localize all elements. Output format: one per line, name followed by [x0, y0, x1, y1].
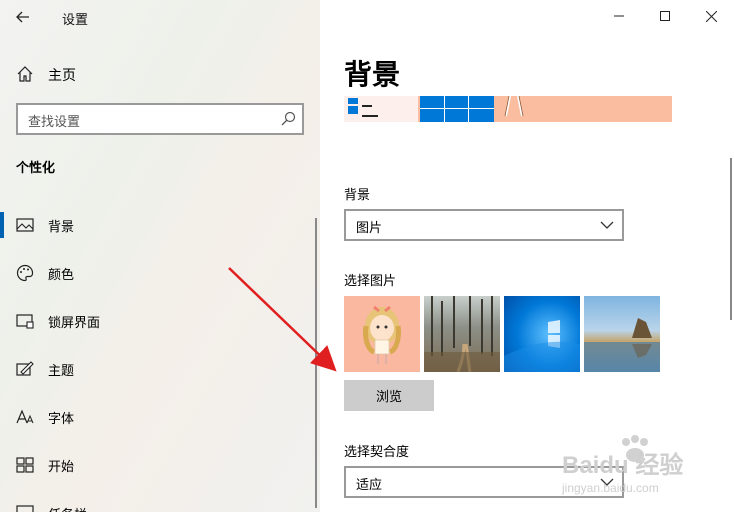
annotation-arrow [228, 267, 337, 372]
red-arrow-icon [228, 267, 337, 372]
